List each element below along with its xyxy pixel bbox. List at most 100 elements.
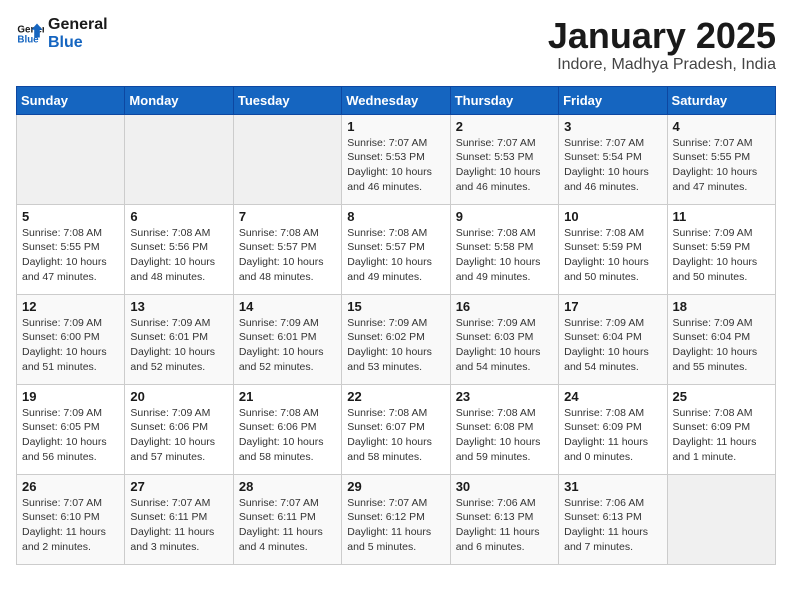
calendar-cell: 6 Sunrise: 7:08 AMSunset: 5:56 PMDaylight… bbox=[125, 204, 233, 294]
day-number: 3 bbox=[564, 119, 661, 134]
header: General Blue General Blue January 2025 I… bbox=[16, 16, 776, 74]
day-info: Sunrise: 7:06 AMSunset: 6:13 PMDaylight:… bbox=[456, 497, 540, 553]
day-info: Sunrise: 7:07 AMSunset: 5:55 PMDaylight:… bbox=[673, 137, 758, 193]
day-number: 31 bbox=[564, 479, 661, 494]
day-number: 6 bbox=[130, 209, 227, 224]
day-info: Sunrise: 7:08 AMSunset: 5:59 PMDaylight:… bbox=[564, 227, 649, 283]
day-info: Sunrise: 7:08 AMSunset: 6:06 PMDaylight:… bbox=[239, 407, 324, 463]
calendar-cell: 11 Sunrise: 7:09 AMSunset: 5:59 PMDayligh… bbox=[667, 204, 775, 294]
logo-general-text: General bbox=[48, 16, 108, 34]
day-info: Sunrise: 7:08 AMSunset: 6:09 PMDaylight:… bbox=[564, 407, 648, 463]
calendar-cell bbox=[17, 114, 125, 204]
day-info: Sunrise: 7:09 AMSunset: 6:01 PMDaylight:… bbox=[130, 317, 215, 373]
day-info: Sunrise: 7:06 AMSunset: 6:13 PMDaylight:… bbox=[564, 497, 648, 553]
day-number: 17 bbox=[564, 299, 661, 314]
calendar-week-2: 12Sunrise: 7:09 AMSunset: 6:00 PMDayligh… bbox=[17, 294, 776, 384]
day-info: Sunrise: 7:07 AMSunset: 5:53 PMDaylight:… bbox=[456, 137, 541, 193]
day-info: Sunrise: 7:08 AMSunset: 6:07 PMDaylight:… bbox=[347, 407, 432, 463]
logo-icon: General Blue bbox=[16, 20, 44, 48]
day-info: Sunrise: 7:08 AMSunset: 6:09 PMDaylight:… bbox=[673, 407, 757, 463]
day-number: 18 bbox=[673, 299, 770, 314]
calendar-cell bbox=[233, 114, 341, 204]
weekday-wednesday: Wednesday bbox=[342, 86, 450, 114]
day-number: 19 bbox=[22, 389, 119, 404]
calendar-cell: 17 Sunrise: 7:09 AMSunset: 6:04 PMDayligh… bbox=[559, 294, 667, 384]
day-info: Sunrise: 7:08 AMSunset: 5:57 PMDaylight:… bbox=[239, 227, 324, 283]
day-number: 1 bbox=[347, 119, 444, 134]
weekday-sunday: Sunday bbox=[17, 86, 125, 114]
calendar-cell: 30 Sunrise: 7:06 AMSunset: 6:13 PMDayligh… bbox=[450, 474, 558, 564]
day-number: 2 bbox=[456, 119, 553, 134]
day-number: 24 bbox=[564, 389, 661, 404]
calendar-cell: 1 Sunrise: 7:07 AMSunset: 5:53 PMDaylight… bbox=[342, 114, 450, 204]
day-number: 9 bbox=[456, 209, 553, 224]
calendar-cell: 28 Sunrise: 7:07 AMSunset: 6:11 PMDayligh… bbox=[233, 474, 341, 564]
weekday-header-row: SundayMondayTuesdayWednesdayThursdayFrid… bbox=[17, 86, 776, 114]
day-number: 5 bbox=[22, 209, 119, 224]
calendar-cell: 10 Sunrise: 7:08 AMSunset: 5:59 PMDayligh… bbox=[559, 204, 667, 294]
weekday-monday: Monday bbox=[125, 86, 233, 114]
day-number: 11 bbox=[673, 209, 770, 224]
day-info: Sunrise: 7:07 AMSunset: 5:54 PMDaylight:… bbox=[564, 137, 649, 193]
logo: General Blue General Blue bbox=[16, 16, 108, 51]
day-number: 21 bbox=[239, 389, 336, 404]
day-number: 13 bbox=[130, 299, 227, 314]
day-info: Sunrise: 7:07 AMSunset: 5:53 PMDaylight:… bbox=[347, 137, 432, 193]
day-info: Sunrise: 7:07 AMSunset: 6:11 PMDaylight:… bbox=[130, 497, 214, 553]
calendar-cell: 13 Sunrise: 7:09 AMSunset: 6:01 PMDayligh… bbox=[125, 294, 233, 384]
day-info: Sunrise: 7:09 AMSunset: 6:05 PMDaylight:… bbox=[22, 407, 107, 463]
day-info: Sunrise: 7:07 AMSunset: 6:10 PMDaylight:… bbox=[22, 497, 106, 553]
weekday-thursday: Thursday bbox=[450, 86, 558, 114]
day-number: 4 bbox=[673, 119, 770, 134]
calendar-cell: 24 Sunrise: 7:08 AMSunset: 6:09 PMDayligh… bbox=[559, 384, 667, 474]
calendar-cell: 27 Sunrise: 7:07 AMSunset: 6:11 PMDayligh… bbox=[125, 474, 233, 564]
title-section: January 2025 Indore, Madhya Pradesh, Ind… bbox=[548, 16, 776, 74]
calendar-subtitle: Indore, Madhya Pradesh, India bbox=[548, 56, 776, 74]
day-number: 26 bbox=[22, 479, 119, 494]
day-number: 7 bbox=[239, 209, 336, 224]
day-info: Sunrise: 7:09 AMSunset: 6:00 PMDaylight:… bbox=[22, 317, 107, 373]
weekday-saturday: Saturday bbox=[667, 86, 775, 114]
calendar-body: 1 Sunrise: 7:07 AMSunset: 5:53 PMDaylight… bbox=[17, 114, 776, 564]
calendar-cell: 2 Sunrise: 7:07 AMSunset: 5:53 PMDaylight… bbox=[450, 114, 558, 204]
calendar-cell bbox=[667, 474, 775, 564]
day-number: 23 bbox=[456, 389, 553, 404]
day-number: 15 bbox=[347, 299, 444, 314]
day-number: 28 bbox=[239, 479, 336, 494]
day-info: Sunrise: 7:09 AMSunset: 6:03 PMDaylight:… bbox=[456, 317, 541, 373]
day-info: Sunrise: 7:07 AMSunset: 6:11 PMDaylight:… bbox=[239, 497, 323, 553]
day-number: 14 bbox=[239, 299, 336, 314]
weekday-tuesday: Tuesday bbox=[233, 86, 341, 114]
day-info: Sunrise: 7:09 AMSunset: 6:04 PMDaylight:… bbox=[564, 317, 649, 373]
day-number: 8 bbox=[347, 209, 444, 224]
calendar-table: SundayMondayTuesdayWednesdayThursdayFrid… bbox=[16, 86, 776, 565]
day-info: Sunrise: 7:08 AMSunset: 5:57 PMDaylight:… bbox=[347, 227, 432, 283]
calendar-cell: 22 Sunrise: 7:08 AMSunset: 6:07 PMDayligh… bbox=[342, 384, 450, 474]
calendar-cell: 26 Sunrise: 7:07 AMSunset: 6:10 PMDayligh… bbox=[17, 474, 125, 564]
calendar-cell: 12Sunrise: 7:09 AMSunset: 6:00 PMDayligh… bbox=[17, 294, 125, 384]
calendar-cell: 8 Sunrise: 7:08 AMSunset: 5:57 PMDaylight… bbox=[342, 204, 450, 294]
day-number: 30 bbox=[456, 479, 553, 494]
calendar-cell: 14Sunrise: 7:09 AMSunset: 6:01 PMDayligh… bbox=[233, 294, 341, 384]
calendar-cell: 7 Sunrise: 7:08 AMSunset: 5:57 PMDaylight… bbox=[233, 204, 341, 294]
day-number: 22 bbox=[347, 389, 444, 404]
day-info: Sunrise: 7:08 AMSunset: 5:56 PMDaylight:… bbox=[130, 227, 215, 283]
logo-blue-text: Blue bbox=[48, 34, 108, 52]
calendar-cell: 29Sunrise: 7:07 AMSunset: 6:12 PMDayligh… bbox=[342, 474, 450, 564]
day-info: Sunrise: 7:08 AMSunset: 5:58 PMDaylight:… bbox=[456, 227, 541, 283]
day-info: Sunrise: 7:09 AMSunset: 6:02 PMDaylight:… bbox=[347, 317, 432, 373]
calendar-cell: 4 Sunrise: 7:07 AMSunset: 5:55 PMDaylight… bbox=[667, 114, 775, 204]
day-number: 27 bbox=[130, 479, 227, 494]
calendar-cell: 25Sunrise: 7:08 AMSunset: 6:09 PMDayligh… bbox=[667, 384, 775, 474]
calendar-week-4: 26 Sunrise: 7:07 AMSunset: 6:10 PMDayligh… bbox=[17, 474, 776, 564]
day-info: Sunrise: 7:09 AMSunset: 5:59 PMDaylight:… bbox=[673, 227, 758, 283]
calendar-cell bbox=[125, 114, 233, 204]
day-number: 10 bbox=[564, 209, 661, 224]
day-info: Sunrise: 7:09 AMSunset: 6:06 PMDaylight:… bbox=[130, 407, 215, 463]
day-info: Sunrise: 7:08 AMSunset: 6:08 PMDaylight:… bbox=[456, 407, 541, 463]
weekday-friday: Friday bbox=[559, 86, 667, 114]
calendar-week-3: 19 Sunrise: 7:09 AMSunset: 6:05 PMDayligh… bbox=[17, 384, 776, 474]
calendar-week-1: 5Sunrise: 7:08 AMSunset: 5:55 PMDaylight… bbox=[17, 204, 776, 294]
calendar-cell: 3 Sunrise: 7:07 AMSunset: 5:54 PMDaylight… bbox=[559, 114, 667, 204]
calendar-cell: 15 Sunrise: 7:09 AMSunset: 6:02 PMDayligh… bbox=[342, 294, 450, 384]
